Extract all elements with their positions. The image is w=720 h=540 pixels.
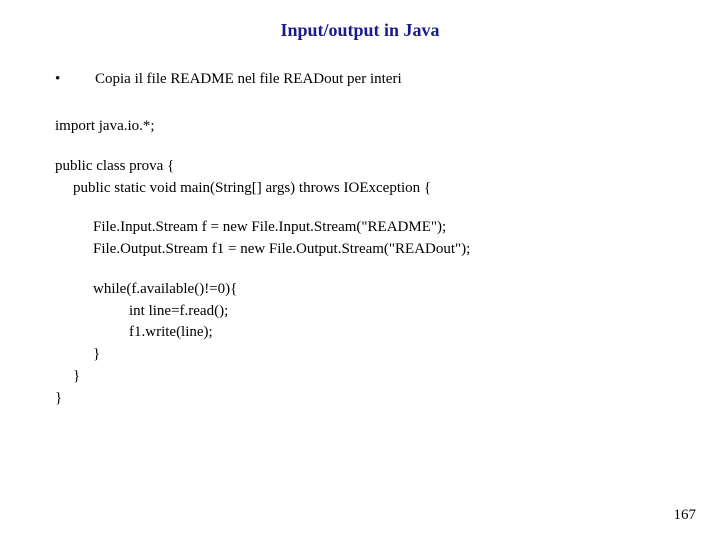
page-number: 167	[674, 507, 697, 524]
code-line: while(f.available()!=0){	[55, 279, 665, 301]
code-line: }	[55, 388, 665, 410]
code-block: import java.io.*; public class prova { p…	[55, 116, 665, 409]
bullet-item: • Copia il file README nel file READout …	[55, 71, 665, 88]
code-line: f1.write(line);	[55, 322, 665, 344]
bullet-text: Copia il file README nel file READout pe…	[95, 71, 665, 88]
code-line: import java.io.*;	[55, 116, 665, 138]
code-line: }	[55, 366, 665, 388]
code-line: }	[55, 344, 665, 366]
code-line: File.Input.Stream f = new File.Input.Str…	[55, 217, 665, 239]
code-line: int line=f.read();	[55, 301, 665, 323]
code-line: public static void main(String[] args) t…	[55, 178, 665, 200]
code-line: File.Output.Stream f1 = new File.Output.…	[55, 239, 665, 261]
code-line: public class prova {	[55, 156, 665, 178]
bullet-marker: •	[55, 71, 95, 88]
page-title: Input/output in Java	[55, 20, 665, 41]
